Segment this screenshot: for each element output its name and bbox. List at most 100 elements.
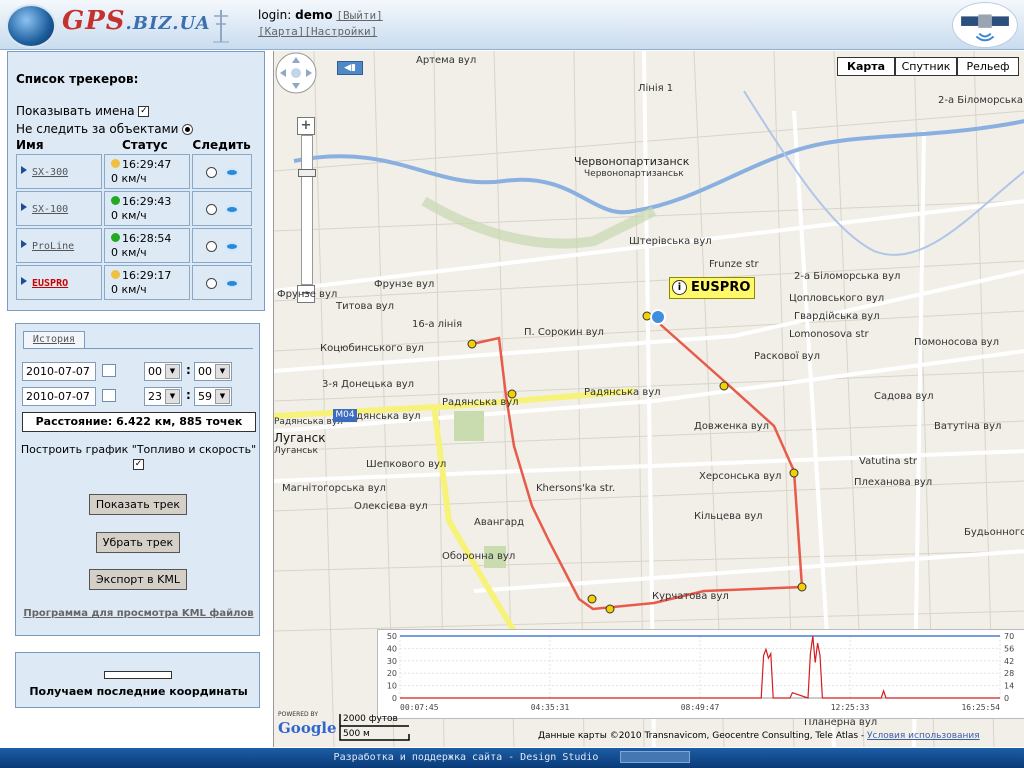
map-view[interactable]: Карта Спутник Рельеф ◀▮ + − Червонопарти… bbox=[273, 51, 1024, 747]
export-kml-button[interactable]: Экспорт в KML bbox=[89, 569, 187, 590]
chart-svg: 0 10 20 30 40 50 0 14 28 42 56 70 00:07:45 04:35:31 08… bbox=[387, 632, 1014, 712]
footer-text[interactable]: Разработка и поддержка сайта - Design St… bbox=[334, 752, 599, 763]
remove-track-button[interactable]: Убрать трек bbox=[96, 532, 180, 553]
map-label: Червонопартизанськ bbox=[584, 169, 684, 179]
zoom-slider[interactable] bbox=[301, 135, 313, 285]
tracker-marker-label[interactable]: i EUSPRO bbox=[669, 277, 756, 299]
chart-y-right-tick: 0 bbox=[1004, 694, 1009, 703]
calendar-icon[interactable] bbox=[102, 364, 116, 377]
show-names-checkbox[interactable]: ✓ bbox=[138, 106, 150, 117]
date-from-input[interactable]: 2010-07-07 bbox=[22, 362, 96, 381]
map-label: Артема вул bbox=[416, 55, 477, 66]
panel-toggle-button[interactable]: ◀▮ bbox=[337, 61, 363, 75]
trackers-table: SX-300 16:29:47 0 км/ч SX-100 16:29:43 0 к… bbox=[14, 152, 254, 302]
hour-to-select[interactable]: 23 ▼ bbox=[144, 387, 182, 406]
site-logo[interactable]: GPS.BIZ.UA bbox=[62, 6, 211, 36]
google-logo[interactable]: POWERED BY Google bbox=[278, 711, 337, 737]
eye-icon[interactable] bbox=[224, 278, 239, 288]
tracker-name-cell[interactable]: SX-300 bbox=[16, 154, 102, 189]
chart-y-right-tick: 28 bbox=[1004, 669, 1014, 678]
table-row: SX-300 16:29:47 0 км/ч bbox=[16, 154, 252, 189]
chart-x-tick: 16:25:54 bbox=[961, 703, 1000, 712]
status-online-icon bbox=[111, 232, 120, 242]
chart-x-tick: 12:25:33 bbox=[831, 703, 870, 712]
zoom-in-button[interactable]: + bbox=[297, 117, 315, 135]
logout-link[interactable]: [Выйти] bbox=[336, 9, 382, 22]
map-link[interactable]: [Карта] bbox=[258, 25, 304, 38]
no-follow-radio[interactable] bbox=[182, 124, 194, 135]
tab-history[interactable]: История bbox=[23, 331, 85, 349]
map-label: Титова вул bbox=[336, 301, 394, 312]
info-icon[interactable]: i bbox=[672, 280, 687, 295]
maptype-map-button[interactable]: Карта bbox=[837, 57, 895, 76]
tracker-status-cell: 16:29:47 0 км/ч bbox=[104, 154, 190, 189]
history-panel: История 2010-07-07 00 ▼ : 00 ▼ 2010-07-07 … bbox=[15, 323, 260, 636]
eye-icon[interactable] bbox=[224, 204, 239, 214]
map-label: Радянська вул bbox=[584, 387, 661, 398]
map-label: Раскової вул bbox=[754, 351, 820, 362]
chevron-down-icon[interactable]: ▼ bbox=[165, 364, 180, 379]
maptype-terrain-button[interactable]: Рельеф bbox=[957, 57, 1019, 76]
map-label: Khersons'ka str. bbox=[536, 483, 616, 494]
col-status: Статус bbox=[121, 138, 168, 152]
chevron-down-icon[interactable]: ▼ bbox=[165, 389, 180, 404]
show-track-button[interactable]: Показать трек bbox=[89, 494, 187, 515]
eye-icon[interactable] bbox=[224, 167, 239, 177]
maptype-satellite-button[interactable]: Спутник bbox=[895, 57, 957, 76]
map-label: Плеханова вул bbox=[854, 477, 933, 488]
map-label: 2-а Біломорська вул bbox=[794, 271, 901, 282]
follow-radio[interactable] bbox=[205, 277, 217, 289]
antenna-icon bbox=[213, 10, 229, 43]
chevron-down-icon[interactable]: ▼ bbox=[215, 389, 230, 404]
globe-logo-icon bbox=[6, 4, 56, 48]
map-label: Довженка вул bbox=[694, 421, 770, 432]
chart-x-tick: 00:07:45 bbox=[400, 703, 439, 712]
time-colon: : bbox=[186, 363, 191, 377]
counter-badge[interactable] bbox=[620, 751, 691, 763]
map-label: П. Сорокин вул bbox=[524, 327, 604, 338]
map-label: Ватутіна вул bbox=[934, 421, 1002, 432]
map-label: Фрунзе вул bbox=[277, 289, 338, 300]
map-label: Херсонська вул bbox=[699, 471, 782, 482]
settings-link[interactable]: [Настройки] bbox=[304, 25, 377, 38]
map-label: 16-а лінія bbox=[412, 319, 463, 330]
pan-control[interactable] bbox=[274, 51, 318, 95]
eye-icon[interactable] bbox=[224, 241, 239, 251]
follow-radio[interactable] bbox=[205, 203, 217, 215]
status-moon-icon bbox=[111, 269, 120, 279]
progress-bar bbox=[104, 671, 172, 679]
tracker-name-cell[interactable]: ProLine bbox=[16, 228, 102, 263]
expand-triangle-icon[interactable] bbox=[21, 239, 27, 248]
follow-radio[interactable] bbox=[205, 240, 217, 252]
date-to-input[interactable]: 2010-07-07 bbox=[22, 387, 96, 406]
expand-triangle-icon[interactable] bbox=[21, 165, 27, 174]
chart-x-tick: 08:49:47 bbox=[681, 703, 720, 712]
show-names-option: Показывать имена ✓ bbox=[16, 104, 150, 118]
calendar-icon[interactable] bbox=[102, 389, 116, 402]
chevron-down-icon[interactable]: ▼ bbox=[215, 364, 230, 379]
map-label: Магнітогорська вул bbox=[282, 483, 386, 494]
follow-radio[interactable] bbox=[205, 166, 217, 178]
expand-triangle-icon[interactable] bbox=[21, 202, 27, 211]
map-label: Помоносова вул bbox=[914, 337, 999, 348]
zoom-slider-thumb[interactable] bbox=[298, 169, 316, 177]
chart-option-checkbox[interactable]: ✓ bbox=[133, 459, 144, 470]
status-panel: Получаем последние координаты bbox=[15, 652, 260, 708]
status-online-icon bbox=[111, 195, 120, 205]
sidebar: Список трекеров: Показывать имена ✓ Не с… bbox=[0, 51, 270, 747]
scale-feet: 2000 футов bbox=[343, 714, 398, 724]
map-label: Штерівська вул bbox=[629, 236, 712, 247]
speed-fuel-chart: 0 10 20 30 40 50 0 14 28 42 56 70 00:07:45 04:35:31 08… bbox=[377, 629, 1024, 719]
map-label: Frunze str bbox=[709, 259, 759, 270]
kml-viewer-link[interactable]: Программа для просмотра KML файлов bbox=[16, 608, 261, 619]
map-label: Lomonosova str bbox=[789, 329, 869, 340]
tracker-name-cell[interactable]: EUSPRO bbox=[16, 265, 102, 300]
minute-to-select[interactable]: 59 ▼ bbox=[194, 387, 232, 406]
minute-from-select[interactable]: 00 ▼ bbox=[194, 362, 232, 381]
expand-triangle-icon[interactable] bbox=[21, 276, 27, 285]
tracker-name-cell[interactable]: SX-100 bbox=[16, 191, 102, 226]
hour-from-select[interactable]: 00 ▼ bbox=[144, 362, 182, 381]
chart-y-right-tick: 56 bbox=[1004, 644, 1014, 653]
map-label: 2-а Біломорська вул bbox=[938, 95, 1024, 106]
terms-link[interactable]: Условия использования bbox=[867, 731, 980, 741]
